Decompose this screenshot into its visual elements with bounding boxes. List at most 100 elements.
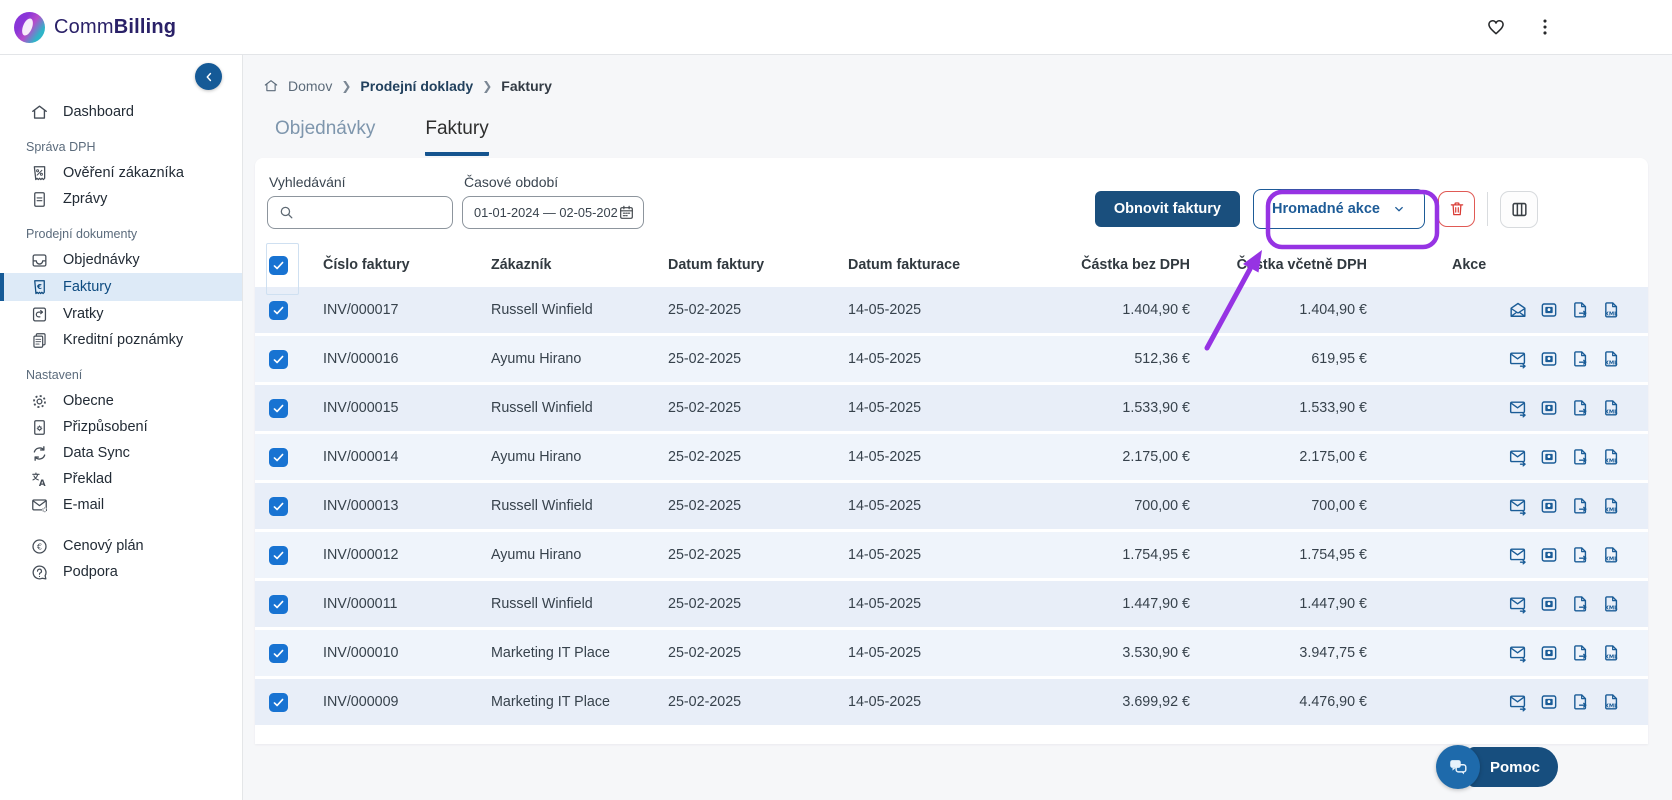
download-xml-icon[interactable] xyxy=(1601,643,1621,663)
row-checkbox[interactable] xyxy=(269,594,288,614)
column-header-zakaznik[interactable]: Zákazník xyxy=(473,257,650,273)
view-invoice-icon[interactable] xyxy=(1539,594,1559,614)
export-document-icon[interactable] xyxy=(1570,398,1590,418)
table-row[interactable]: INV/000011 Russell Winfield 25-02-2025 1… xyxy=(255,581,1648,627)
billing-date: 14-05-2025 xyxy=(848,645,922,661)
export-document-icon[interactable] xyxy=(1570,692,1590,712)
download-xml-icon[interactable] xyxy=(1601,692,1621,712)
view-invoice-icon[interactable] xyxy=(1539,349,1559,369)
sidebar-item-email[interactable]: E-mail xyxy=(0,492,242,518)
sidebar-item-zpravy[interactable]: Zprávy xyxy=(0,186,242,212)
export-document-icon[interactable] xyxy=(1570,447,1590,467)
send-email-icon[interactable] xyxy=(1508,349,1528,369)
bulk-actions-button[interactable]: Hromadné akce xyxy=(1253,189,1425,229)
send-email-icon[interactable] xyxy=(1508,692,1528,712)
breadcrumb-domov[interactable]: Domov xyxy=(288,78,332,94)
chat-icon[interactable] xyxy=(1435,745,1480,789)
sidebar-item-data-sync[interactable]: Data Sync xyxy=(0,440,242,466)
export-document-icon[interactable] xyxy=(1570,496,1590,516)
help-label[interactable]: Pomoc xyxy=(1467,747,1558,787)
refresh-invoices-button[interactable]: Obnovit faktury xyxy=(1094,191,1240,227)
send-email-icon[interactable] xyxy=(1508,496,1528,516)
export-document-icon[interactable] xyxy=(1570,643,1590,663)
sidebar-item-cenovy-plan[interactable]: Cenový plán xyxy=(0,533,242,559)
table-row[interactable]: INV/000016 Ayumu Hirano 25-02-2025 14-05… xyxy=(255,336,1648,382)
row-checkbox[interactable] xyxy=(269,692,288,712)
table-row[interactable]: INV/000010 Marketing IT Place 25-02-2025… xyxy=(255,630,1648,676)
invoice-date: 25-02-2025 xyxy=(668,498,742,514)
table-row[interactable]: INV/000009 Marketing IT Place 25-02-2025… xyxy=(255,679,1648,725)
table-row[interactable]: INV/000013 Russell Winfield 25-02-2025 1… xyxy=(255,483,1648,529)
row-checkbox[interactable] xyxy=(269,300,288,320)
column-header-datum-faktury[interactable]: Datum faktury xyxy=(650,257,830,273)
view-invoice-icon[interactable] xyxy=(1539,447,1559,467)
view-invoice-icon[interactable] xyxy=(1539,300,1559,320)
sidebar-item-vratky[interactable]: Vratky xyxy=(0,301,242,327)
table-row[interactable]: INV/000012 Ayumu Hirano 25-02-2025 14-05… xyxy=(255,532,1648,578)
view-invoice-icon[interactable] xyxy=(1539,496,1559,516)
amount-net: 1.533,90 € xyxy=(1122,400,1190,416)
row-checkbox[interactable] xyxy=(269,643,288,663)
send-email-icon[interactable] xyxy=(1508,447,1528,467)
sidebar-item-dashboard[interactable]: Dashboard xyxy=(0,99,242,125)
column-header-datum-fakturace[interactable]: Datum fakturace xyxy=(830,257,1010,273)
download-xml-icon[interactable] xyxy=(1601,300,1621,320)
send-email-icon[interactable] xyxy=(1508,398,1528,418)
invoice-number: INV/000010 xyxy=(323,645,399,661)
select-all-checkbox[interactable] xyxy=(269,255,288,275)
customer-name: Russell Winfield xyxy=(491,400,593,416)
view-invoice-icon[interactable] xyxy=(1539,643,1559,663)
table-row[interactable]: INV/000014 Ayumu Hirano 25-02-2025 14-05… xyxy=(255,434,1648,480)
brand[interactable]: CommBilling xyxy=(14,11,176,43)
breadcrumb-prodejni-doklady[interactable]: Prodejní doklady xyxy=(360,78,473,94)
view-invoice-icon[interactable] xyxy=(1539,398,1559,418)
sidebar-item-obecne[interactable]: Obecne xyxy=(0,388,242,414)
send-email-icon[interactable] xyxy=(1508,594,1528,614)
more-options-kebab-icon[interactable] xyxy=(1534,16,1556,38)
favorites-heart-icon[interactable] xyxy=(1485,16,1507,38)
sidebar-item-faktury[interactable]: Faktury xyxy=(0,273,242,301)
column-header-castka-bez-dph[interactable]: Částka bez DPH xyxy=(1010,257,1190,273)
row-checkbox[interactable] xyxy=(269,447,288,467)
download-xml-icon[interactable] xyxy=(1601,398,1621,418)
row-checkbox[interactable] xyxy=(269,496,288,516)
delete-selected-button[interactable] xyxy=(1438,191,1475,227)
view-invoice-icon[interactable] xyxy=(1539,545,1559,565)
breadcrumb-home-icon[interactable] xyxy=(263,78,279,94)
download-xml-icon[interactable] xyxy=(1601,349,1621,369)
download-xml-icon[interactable] xyxy=(1601,447,1621,467)
amount-net: 700,00 € xyxy=(1134,498,1190,514)
send-email-icon[interactable] xyxy=(1508,300,1528,320)
send-email-icon[interactable] xyxy=(1508,545,1528,565)
tab-objednavky[interactable]: Objednávky xyxy=(275,118,375,156)
row-checkbox[interactable] xyxy=(269,545,288,565)
export-document-icon[interactable] xyxy=(1570,349,1590,369)
view-invoice-icon[interactable] xyxy=(1539,692,1559,712)
export-document-icon[interactable] xyxy=(1570,594,1590,614)
download-xml-icon[interactable] xyxy=(1601,496,1621,516)
row-checkbox[interactable] xyxy=(269,349,288,369)
sidebar-item-prizpusobeni[interactable]: Přizpůsobení xyxy=(0,414,242,440)
table-row[interactable]: INV/000017 Russell Winfield 25-02-2025 1… xyxy=(255,287,1648,333)
row-checkbox[interactable] xyxy=(269,398,288,418)
sidebar-item-preklad[interactable]: Překlad xyxy=(0,466,242,492)
date-range-picker[interactable]: 01-01-2024 — 02-05-202 xyxy=(462,196,644,229)
column-settings-button[interactable] xyxy=(1500,190,1538,228)
sidebar-item-kreditni-poznamky[interactable]: Kreditní poznámky xyxy=(0,327,242,353)
send-email-icon[interactable] xyxy=(1508,643,1528,663)
tab-faktury[interactable]: Faktury xyxy=(425,118,489,156)
table-row[interactable]: INV/000015 Russell Winfield 25-02-2025 1… xyxy=(255,385,1648,431)
sidebar-collapse-button[interactable] xyxy=(195,63,222,90)
download-xml-icon[interactable] xyxy=(1601,594,1621,614)
sidebar-item-objednavky[interactable]: Objednávky xyxy=(0,247,242,273)
invoice-number: INV/000016 xyxy=(323,351,399,367)
download-xml-icon[interactable] xyxy=(1601,545,1621,565)
column-header-cislo-faktury[interactable]: Číslo faktury xyxy=(305,257,473,273)
column-header-castka-vcetne-dph[interactable]: Částka včetně DPH xyxy=(1190,257,1367,273)
export-document-icon[interactable] xyxy=(1570,545,1590,565)
sidebar-item-overeni-zakaznika[interactable]: Ověření zákazníka xyxy=(0,160,242,186)
invoices-card: Vyhledávání Časové období 01-01-2024 — 0… xyxy=(255,158,1648,744)
sidebar-item-podpora[interactable]: Podpora xyxy=(0,559,242,585)
help-button[interactable]: Pomoc xyxy=(1435,745,1558,789)
export-document-icon[interactable] xyxy=(1570,300,1590,320)
